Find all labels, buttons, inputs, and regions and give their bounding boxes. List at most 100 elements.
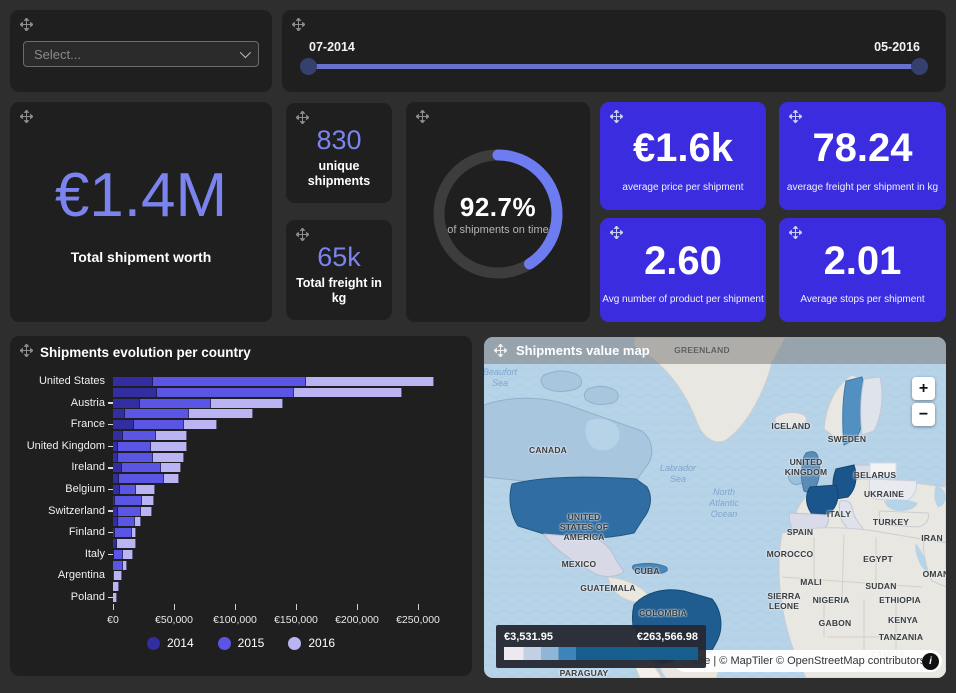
map-title: Shipments value map (516, 343, 650, 358)
avg-price-value: €1.6k (600, 126, 766, 171)
map-region-usa[interactable] (510, 477, 650, 538)
legend-dot-icon (218, 637, 231, 650)
bar-segment-2015[interactable] (115, 496, 142, 505)
total-freight-card: 65k Total freight in kg (286, 220, 392, 320)
bar-segment-2015[interactable] (115, 528, 131, 537)
bar-segment-2014[interactable] (113, 377, 153, 386)
total-worth-label: Total shipment worth (71, 249, 212, 265)
bar-segment-2016[interactable] (113, 582, 119, 591)
x-axis-tick (418, 604, 420, 610)
bar-segment-2015[interactable] (118, 453, 153, 462)
bar-segment-2015[interactable] (119, 474, 164, 483)
bar-segment-2015[interactable] (118, 517, 135, 526)
drag-handle-icon[interactable] (296, 111, 310, 125)
country-select[interactable]: Select... (23, 41, 259, 67)
bar-segment-2015[interactable] (123, 431, 156, 440)
bar-segment-2014[interactable] (113, 420, 134, 429)
avg-freight-label: average freight per shipment in kg (779, 182, 946, 193)
bar-segment-2016[interactable] (294, 388, 403, 397)
drag-handle-icon[interactable] (416, 110, 430, 124)
drag-handle-icon[interactable] (20, 110, 34, 124)
bar-segment-2016[interactable] (153, 453, 184, 462)
bar-segment-2016[interactable] (132, 528, 136, 537)
bar-segment-2016[interactable] (117, 539, 136, 548)
bar-segment-2014[interactable] (113, 409, 125, 418)
bar-segment-2015[interactable] (118, 507, 141, 516)
map-zoom-out-button[interactable]: − (912, 403, 935, 426)
info-icon[interactable]: i (922, 653, 939, 670)
on-time-value: 92.7% (460, 192, 536, 223)
bar-segment-2015[interactable] (122, 463, 161, 472)
drag-handle-icon[interactable] (610, 226, 624, 240)
bar-segment-2016[interactable] (136, 485, 155, 494)
y-axis-label: Switzerland (10, 505, 105, 517)
y-axis-label: Ireland (10, 461, 105, 473)
bar-segment-2016[interactable] (123, 550, 133, 559)
y-axis-label: France (10, 418, 105, 430)
x-axis-tick (296, 604, 298, 610)
bar-segment-2014[interactable] (113, 463, 122, 472)
x-axis-label: €50,000 (139, 614, 209, 626)
bar-segment-2015[interactable] (120, 485, 135, 494)
bar-segment-2015[interactable] (113, 561, 123, 570)
map-card: Shipments value map GREENLANDICELANDSWED… (484, 337, 946, 678)
total-freight-value: 65k (317, 242, 361, 273)
legend-item-2015[interactable]: 2015 (218, 636, 265, 650)
drag-handle-icon[interactable] (292, 18, 306, 32)
bar-segment-2015[interactable] (134, 420, 184, 429)
legend-label: 2014 (167, 636, 194, 650)
avg-price-label: average price per shipment (600, 182, 766, 193)
bar-segment-2015[interactable] (125, 409, 188, 418)
x-axis-tick (357, 604, 359, 610)
y-axis-label: Finland (10, 526, 105, 538)
bar-segment-2016[interactable] (141, 507, 152, 516)
avg-price-card: €1.6k average price per shipment (600, 102, 766, 210)
total-freight-label: Total freight in kg (294, 276, 384, 306)
bar-segment-2016[interactable] (161, 463, 182, 472)
bar-segment-2016[interactable] (189, 409, 254, 418)
drag-handle-icon[interactable] (296, 228, 310, 242)
bar-segment-2016[interactable] (156, 431, 188, 440)
bar-segment-2015[interactable] (140, 399, 211, 408)
bar-segment-2016[interactable] (114, 571, 122, 580)
drag-handle-icon[interactable] (20, 18, 34, 32)
bar-segment-2015[interactable] (153, 377, 306, 386)
x-axis-label: €0 (78, 614, 148, 626)
bar-segment-2014[interactable] (113, 485, 120, 494)
y-axis-label: Argentina (10, 569, 105, 581)
drag-handle-icon[interactable] (789, 110, 803, 124)
slider-handle-end[interactable] (911, 58, 928, 75)
on-time-card: 92.7% of shipments on time (406, 102, 590, 322)
bar-segment-2016[interactable] (164, 474, 179, 483)
map-attribution: ibre | © MapTiler © OpenStreetMap contri… (674, 650, 942, 672)
bar-segment-2016[interactable] (142, 496, 154, 505)
drag-handle-icon[interactable] (610, 110, 624, 124)
slider-handle-start[interactable] (300, 58, 317, 75)
drag-handle-icon[interactable] (494, 344, 508, 358)
date-range-slider[interactable] (308, 64, 920, 69)
legend-item-2014[interactable]: 2014 (147, 636, 194, 650)
y-axis-label: Austria (10, 397, 105, 409)
map-zoom-in-button[interactable]: + (912, 377, 935, 400)
bar-segment-2015[interactable] (114, 550, 123, 559)
unique-shipments-card: 830 unique shipments (286, 103, 392, 203)
legend-dot-icon (147, 637, 160, 650)
unique-shipments-value: 830 (316, 125, 361, 156)
bar-segment-2016[interactable] (151, 442, 188, 451)
bar-segment-2016[interactable] (211, 399, 283, 408)
bar-segment-2015[interactable] (157, 388, 294, 397)
bar-segment-2016[interactable] (123, 561, 127, 570)
bar-segment-2016[interactable] (306, 377, 434, 386)
legend-item-2016[interactable]: 2016 (288, 636, 335, 650)
avg-products-label: Avg number of product per shipment (600, 294, 766, 305)
bar-segment-2014[interactable] (113, 399, 140, 408)
bar-segment-2016[interactable] (135, 517, 141, 526)
bar-segment-2014[interactable] (113, 431, 123, 440)
bar-segment-2016[interactable] (113, 593, 117, 602)
date-slider-card: 07-2014 05-2016 (282, 10, 946, 92)
dashboard: Select... 07-2014 05-2016 €1.4M Total sh… (0, 0, 956, 693)
bar-segment-2015[interactable] (118, 442, 151, 451)
bar-segment-2014[interactable] (113, 388, 157, 397)
drag-handle-icon[interactable] (789, 226, 803, 240)
bar-segment-2016[interactable] (184, 420, 217, 429)
